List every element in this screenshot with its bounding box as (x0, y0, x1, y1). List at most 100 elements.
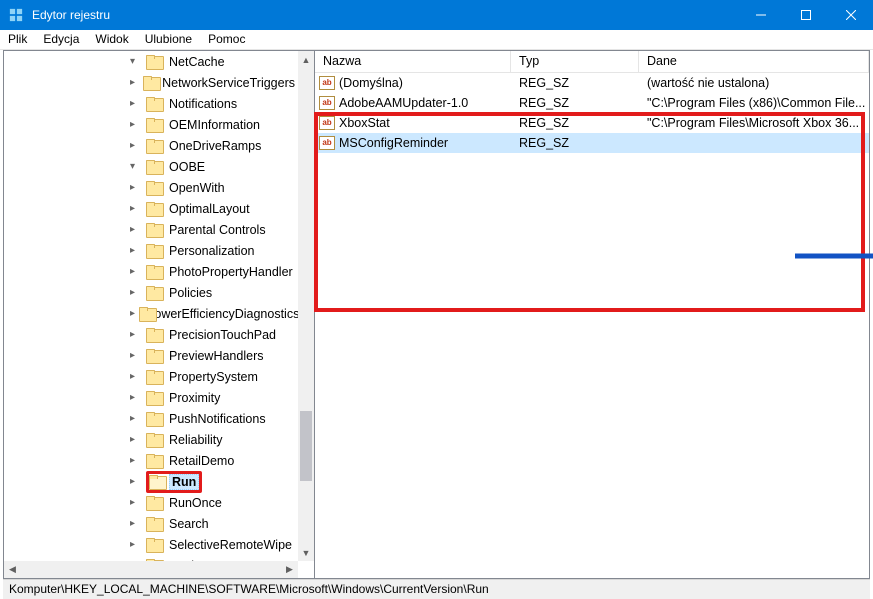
tree-item[interactable]: ▸ Notifications (4, 93, 298, 114)
tree-item[interactable]: ▸PropertySystem (4, 366, 298, 387)
tree-item-label: OneDriveRamps (166, 138, 264, 154)
menu-fav[interactable]: Ulubione (137, 30, 200, 49)
expand-toggle-icon[interactable]: ▸ (130, 140, 142, 152)
tree-item-label: Notifications (166, 96, 240, 112)
close-button[interactable] (828, 0, 873, 30)
tree-item-label: OEMInformation (166, 117, 263, 133)
folder-icon (146, 349, 162, 363)
tree-item[interactable]: ▸SelectiveRemoteWipe (4, 534, 298, 555)
tree-item[interactable]: ▸ PreviewHandlers (4, 345, 298, 366)
list-row[interactable]: ab(Domyślna)REG_SZ(wartość nie ustalona) (315, 73, 869, 93)
expand-toggle-icon[interactable]: ▸ (130, 203, 142, 215)
expand-toggle-icon[interactable]: ▸ (130, 455, 142, 467)
tree-item[interactable]: ▸Personalization (4, 240, 298, 261)
tree-item[interactable]: ▸ OEMInformation (4, 114, 298, 135)
row-data: "C:\Program Files\Microsoft Xbox 36... (639, 116, 869, 130)
tree-item[interactable]: ▸ OpenWith (4, 177, 298, 198)
expand-toggle-icon[interactable]: ▸ (130, 224, 142, 236)
row-type: REG_SZ (511, 136, 639, 150)
tree-item[interactable]: ▸ NetworkServiceTriggers (4, 72, 298, 93)
expand-toggle-icon[interactable]: ▸ (130, 308, 135, 320)
expand-toggle-icon[interactable]: ▸ (130, 371, 142, 383)
expand-toggle-icon[interactable]: ▸ (130, 266, 142, 278)
expand-toggle-icon[interactable]: ▸ (130, 350, 142, 362)
folder-icon (146, 370, 162, 384)
tree-item-label: PrecisionTouchPad (166, 327, 279, 343)
tree-scroll: ▾NetCache ▸ NetworkServiceTriggers ▸ Notific… (4, 51, 298, 578)
tree-item[interactable]: ▸Parental Controls (4, 219, 298, 240)
list-row[interactable]: abAdobeAAMUpdater-1.0REG_SZ"C:\Program F… (315, 93, 869, 113)
col-data[interactable]: Dane (639, 51, 869, 72)
horizontal-scrollbar[interactable]: ◀ ▶ (4, 561, 298, 578)
tree-item[interactable]: ▸RetailDemo (4, 450, 298, 471)
tree-item-label: OptimalLayout (166, 201, 253, 217)
expand-toggle-icon[interactable]: ▸ (130, 287, 142, 299)
expand-toggle-icon[interactable]: ▸ (130, 518, 142, 530)
expand-toggle-icon[interactable]: ▸ (130, 434, 142, 446)
menu-file[interactable]: Plik (0, 30, 35, 49)
row-type: REG_SZ (511, 116, 639, 130)
tree-item-label: PreviewHandlers (166, 348, 266, 364)
string-value-icon: ab (319, 136, 335, 150)
list-row[interactable]: abMSConfigReminderREG_SZ (315, 133, 869, 153)
expand-toggle-icon[interactable]: ▸ (130, 539, 142, 551)
tree-item[interactable]: ▸PowerEfficiencyDiagnostics (4, 303, 298, 324)
folder-icon (143, 76, 155, 90)
expand-toggle-icon[interactable]: ▸ (130, 119, 142, 131)
tree-item[interactable]: ▸ PrecisionTouchPad (4, 324, 298, 345)
scroll-right-icon[interactable]: ▶ (281, 561, 298, 578)
tree-item[interactable]: ▸PushNotifications (4, 408, 298, 429)
tree-item[interactable]: ▸PhotoPropertyHandler (4, 261, 298, 282)
row-type: REG_SZ (511, 96, 639, 110)
tree-item[interactable]: ▸ OptimalLayout (4, 198, 298, 219)
tree-item-label: NetworkServiceTriggers (159, 75, 298, 91)
expand-toggle-icon[interactable]: ▸ (130, 245, 142, 257)
col-type[interactable]: Typ (511, 51, 639, 72)
tree-item-label: OpenWith (166, 180, 228, 196)
maximize-button[interactable] (783, 0, 828, 30)
tree-item[interactable]: ▸ Reliability (4, 429, 298, 450)
expand-toggle-icon[interactable]: ▸ (130, 413, 142, 425)
tree-item[interactable]: ▸RunOnce (4, 492, 298, 513)
col-name[interactable]: Nazwa (315, 51, 511, 72)
expand-toggle-icon[interactable]: ▸ (130, 77, 139, 89)
tree-item-label: Reliability (166, 432, 226, 448)
expand-toggle-icon[interactable]: ▸ (130, 98, 142, 110)
folder-icon (146, 139, 162, 153)
window-title: Edytor rejestru (32, 8, 738, 22)
tree-item[interactable]: ▸ OneDriveRamps (4, 135, 298, 156)
app-icon (8, 7, 24, 23)
expand-toggle-icon[interactable]: ▸ (130, 497, 142, 509)
content: ▾NetCache ▸ NetworkServiceTriggers ▸ Notific… (3, 50, 870, 579)
row-type: REG_SZ (511, 76, 639, 90)
menu-view[interactable]: Widok (87, 30, 136, 49)
tree-item[interactable]: ▸Policies (4, 282, 298, 303)
expand-toggle-icon[interactable]: ▸ (130, 476, 142, 488)
tree-item[interactable]: ▾NetCache (4, 51, 298, 72)
row-data: "C:\Program Files (x86)\Common File... (639, 96, 869, 110)
menubar: Plik Edycja Widok Ulubione Pomoc (0, 30, 873, 50)
tree-item[interactable]: ▸Search (4, 513, 298, 534)
list-row[interactable]: abXboxStatREG_SZ"C:\Program Files\Micros… (315, 113, 869, 133)
folder-icon (146, 328, 162, 342)
menu-help[interactable]: Pomoc (200, 30, 253, 49)
scroll-thumb[interactable] (300, 411, 312, 481)
folder-icon (146, 265, 162, 279)
expand-toggle-icon[interactable]: ▸ (130, 329, 142, 341)
statusbar: Komputer\HKEY_LOCAL_MACHINE\SOFTWARE\Mic… (3, 579, 870, 599)
minimize-button[interactable] (738, 0, 783, 30)
menu-edit[interactable]: Edycja (35, 30, 87, 49)
expand-toggle-icon[interactable]: ▾ (130, 161, 142, 173)
scroll-left-icon[interactable]: ◀ (4, 561, 21, 578)
folder-icon (146, 286, 162, 300)
vertical-scrollbar[interactable]: ▲ ▼ (298, 51, 314, 561)
tree-item[interactable]: ▸Run (4, 471, 298, 492)
expand-toggle-icon[interactable]: ▾ (130, 56, 142, 68)
tree-item[interactable]: ▸ Proximity (4, 387, 298, 408)
expand-toggle-icon[interactable]: ▸ (130, 182, 142, 194)
tree-item[interactable]: ▾OOBE (4, 156, 298, 177)
tree-item-label: Proximity (166, 390, 223, 406)
scroll-down-icon[interactable]: ▼ (298, 544, 314, 561)
expand-toggle-icon[interactable]: ▸ (130, 392, 142, 404)
scroll-up-icon[interactable]: ▲ (298, 51, 314, 68)
